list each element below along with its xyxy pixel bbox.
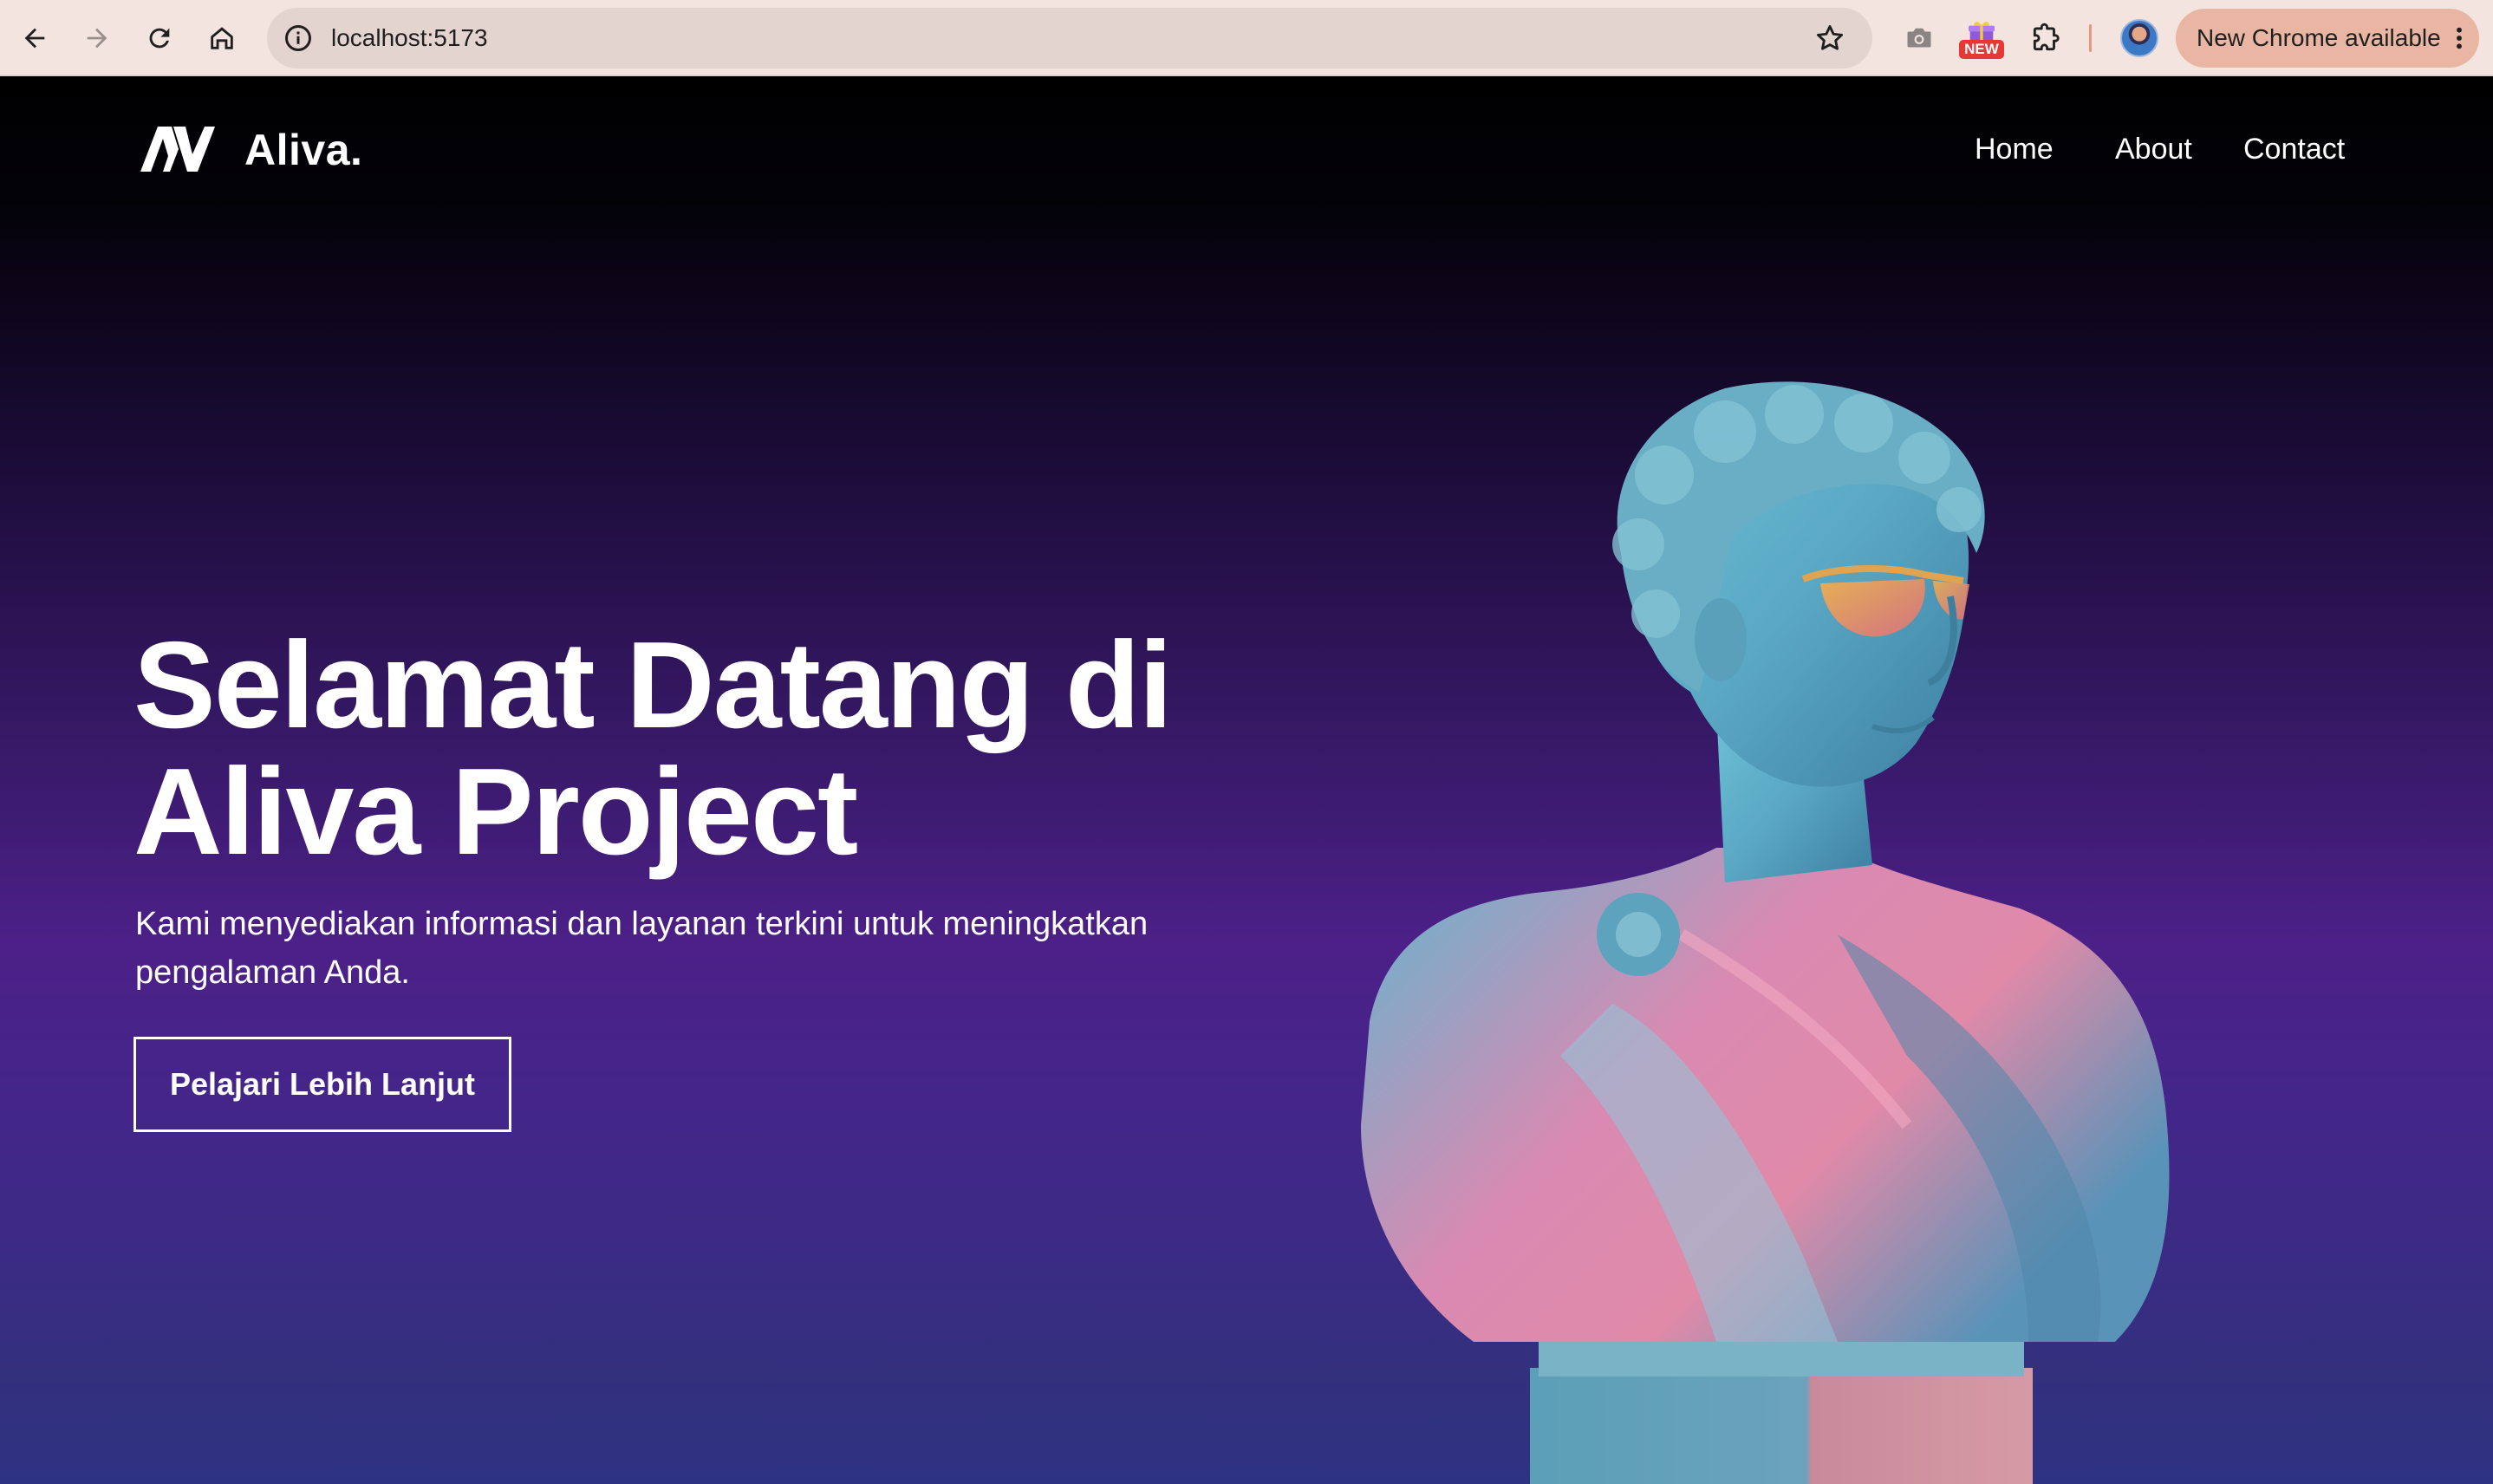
new-badge: NEW — [1959, 40, 2004, 59]
home-icon — [211, 27, 233, 49]
browser-toolbar: localhost:5173 NEW New Chrome available — [0, 0, 2493, 76]
landing-page: Aliva. Home About Contact Selamat Datang… — [0, 76, 2493, 1484]
update-chrome-button[interactable]: New Chrome available — [2176, 9, 2479, 68]
forward-arrow-icon — [87, 28, 107, 49]
camera-icon — [1907, 28, 1931, 48]
home-button[interactable] — [199, 16, 244, 61]
hero-title-line2: Aliva Project — [133, 743, 858, 881]
profile-avatar[interactable] — [2120, 19, 2158, 57]
address-bar[interactable]: localhost:5173 — [267, 8, 1872, 68]
brand-name[interactable]: Aliva. — [244, 120, 362, 180]
nav-home-link[interactable]: Home — [1975, 127, 2054, 172]
hero-title-line1: Selamat Datang di — [133, 616, 1173, 754]
bookmark-star-icon[interactable] — [1813, 22, 1846, 55]
learn-more-button[interactable]: Pelajari Lebih Lanjut — [133, 1037, 511, 1132]
statue-bust-image — [1361, 381, 2170, 1484]
back-arrow-icon — [24, 28, 45, 49]
url-text[interactable]: localhost:5173 — [331, 8, 488, 68]
back-button[interactable] — [12, 16, 57, 61]
hero-subtitle-line1: Kami menyediakan informasi dan layanan t… — [135, 906, 1149, 942]
update-label: New Chrome available — [2197, 24, 2441, 51]
reload-button[interactable] — [137, 16, 182, 61]
hero-subtitle: Kami menyediakan informasi dan layanan t… — [135, 900, 1262, 997]
toolbar-separator — [2089, 24, 2092, 52]
forward-button[interactable] — [75, 16, 120, 61]
more-vert-icon[interactable] — [2453, 24, 2465, 52]
extensions-button[interactable] — [2025, 17, 2067, 59]
extensions-puzzle-icon — [2033, 23, 2060, 51]
reload-icon — [149, 28, 170, 49]
hero-title: Selamat Datang di Aliva Project — [133, 622, 1278, 875]
aliva-logo[interactable] — [135, 120, 217, 177]
nav-contact-link[interactable]: Contact — [2243, 127, 2345, 172]
info-icon[interactable] — [283, 23, 314, 54]
hero-subtitle-line2: pengalaman Anda. — [135, 954, 410, 991]
nav-about-link[interactable]: About — [2115, 127, 2192, 172]
screenshot-button[interactable] — [1898, 17, 1940, 59]
